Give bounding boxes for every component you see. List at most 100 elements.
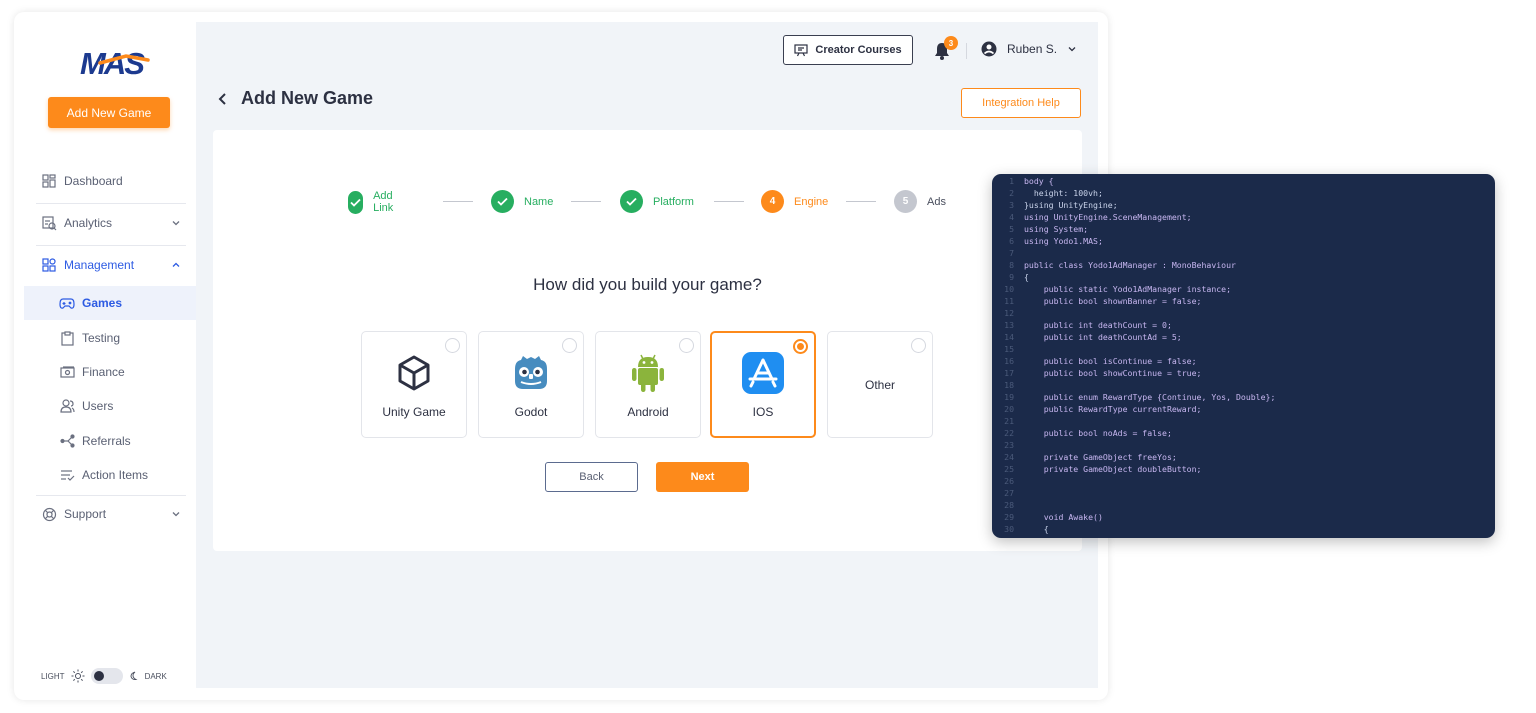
gamepad-icon [59, 295, 75, 311]
sun-icon [71, 669, 85, 683]
step-name: Name [491, 190, 553, 213]
sidebar-item-games[interactable]: Games [24, 286, 196, 320]
step-platform: Platform [620, 190, 694, 213]
sidebar-item-dashboard[interactable]: Dashboard [24, 164, 196, 198]
line-number: 18 [1004, 380, 1014, 390]
line-number: 17 [1004, 368, 1014, 378]
line-number: 1 [1009, 176, 1014, 186]
sidebar-item-analytics[interactable]: Analytics [24, 206, 196, 240]
user-name: Ruben S. [1007, 42, 1058, 56]
chevron-down-icon [172, 512, 180, 517]
godot-icon [515, 355, 547, 389]
sidebar-item-label: Testing [82, 331, 121, 345]
presentation-icon [794, 43, 808, 56]
sidebar-item-label: Dashboard [64, 174, 123, 188]
sidebar-item-testing[interactable]: Testing [24, 321, 196, 355]
sidebar-item-label: Support [64, 507, 107, 521]
line-number: 7 [1009, 248, 1014, 258]
support-icon [41, 506, 57, 522]
code-text: public bool isContinue = false; [1024, 356, 1197, 366]
step-engine: 4 Engine [761, 190, 828, 213]
sidebar-item-support[interactable]: Support [24, 497, 196, 531]
option-ios[interactable]: IOS [710, 331, 816, 438]
code-text: using UnityEngine.SceneManagement; [1024, 212, 1192, 222]
app-store-icon [742, 351, 784, 394]
user-avatar-icon [981, 41, 997, 57]
code-text: using System; [1024, 224, 1089, 234]
option-label: Other [864, 377, 895, 392]
step-number: 5 [894, 190, 917, 213]
option-android[interactable]: Android [595, 331, 701, 438]
creator-courses-button[interactable]: Creator Courses [783, 35, 913, 65]
android-icon [632, 354, 664, 392]
code-text: using Yodo1.MAS; [1024, 236, 1103, 246]
line-number: 20 [1004, 404, 1014, 414]
radio-button[interactable] [562, 338, 577, 353]
step-label: Ads [927, 195, 946, 208]
line-number: 12 [1004, 308, 1014, 318]
users-icon [59, 398, 75, 414]
share-icon [59, 433, 75, 449]
line-number: 23 [1004, 440, 1014, 450]
add-new-game-button[interactable]: Add New Game [48, 97, 170, 128]
next-button[interactable]: Next [656, 462, 749, 492]
code-text: public bool shownBanner = false; [1024, 296, 1202, 306]
step-ads: 5 Ads [894, 190, 946, 213]
line-number: 26 [1004, 476, 1014, 486]
analytics-icon [41, 215, 57, 231]
engine-question: How did you build your game? [533, 275, 762, 294]
theme-toggle[interactable] [90, 668, 123, 684]
user-menu[interactable]: Ruben S. [981, 41, 1077, 57]
step-label: Name [524, 195, 554, 208]
line-number: 16 [1004, 356, 1014, 366]
code-text: public RewardType currentReward; [1024, 404, 1202, 414]
radio-button[interactable] [911, 338, 926, 353]
management-icon [41, 257, 57, 273]
logo-text: MAS [80, 46, 145, 80]
line-number: 30 [1004, 524, 1014, 534]
theme-dark-label: DARK [144, 671, 167, 681]
back-arrow-icon[interactable] [217, 92, 229, 106]
option-godot[interactable]: Godot [478, 331, 584, 438]
check-icon [348, 190, 364, 214]
code-text: public class Yodo1AdManager : MonoBehavi… [1024, 260, 1236, 270]
mas-logo: MAS [80, 46, 150, 80]
line-number: 9 [1009, 272, 1014, 282]
code-text: public bool noAds = false; [1024, 428, 1172, 438]
chevron-down-icon [172, 221, 180, 226]
moon-icon [130, 671, 138, 681]
line-number: 5 [1009, 224, 1014, 234]
code-text: public int deathCountAd = 5; [1024, 332, 1182, 342]
check-icon [620, 190, 643, 213]
code-text: { [1024, 524, 1049, 534]
step-label: Add Link [373, 190, 394, 214]
app-window: MAS Add New Game Dashboard Analytics Man… [14, 12, 1108, 700]
checklist-icon [59, 467, 75, 483]
line-number: 27 [1004, 488, 1014, 498]
check-icon [491, 190, 514, 213]
radio-button[interactable] [445, 338, 460, 353]
code-text: height: 100vh; [1024, 188, 1103, 198]
sidebar: MAS Add New Game Dashboard Analytics Man… [24, 22, 196, 688]
sidebar-item-referrals[interactable]: Referrals [24, 424, 196, 458]
sidebar-item-management[interactable]: Management [24, 248, 196, 282]
sidebar-item-users[interactable]: Users [24, 389, 196, 423]
back-button[interactable]: Back [545, 462, 638, 492]
sidebar-item-finance[interactable]: Finance [24, 355, 196, 389]
radio-button[interactable] [793, 339, 808, 354]
theme-light-label: LIGHT [41, 671, 65, 681]
wizard-card: Add Link Name Platform 4 Engine 5 Ads Ho… [213, 130, 1082, 551]
line-number: 11 [1004, 296, 1014, 306]
line-number: 4 [1009, 212, 1014, 222]
option-other[interactable]: Other [827, 331, 933, 438]
radio-button[interactable] [679, 338, 694, 353]
code-text: private GameObject freeYos; [1024, 452, 1177, 462]
notification-badge: 3 [944, 36, 958, 50]
theme-switcher: LIGHT DARK [41, 668, 167, 684]
code-text: public enum RewardType {Continue, Yos, D… [1024, 392, 1276, 402]
integration-help-button[interactable]: Integration Help [961, 88, 1081, 118]
line-number: 21 [1004, 416, 1014, 426]
code-text: { [1024, 272, 1029, 282]
option-unity[interactable]: Unity Game [361, 331, 467, 438]
sidebar-item-action-items[interactable]: Action Items [24, 458, 196, 492]
